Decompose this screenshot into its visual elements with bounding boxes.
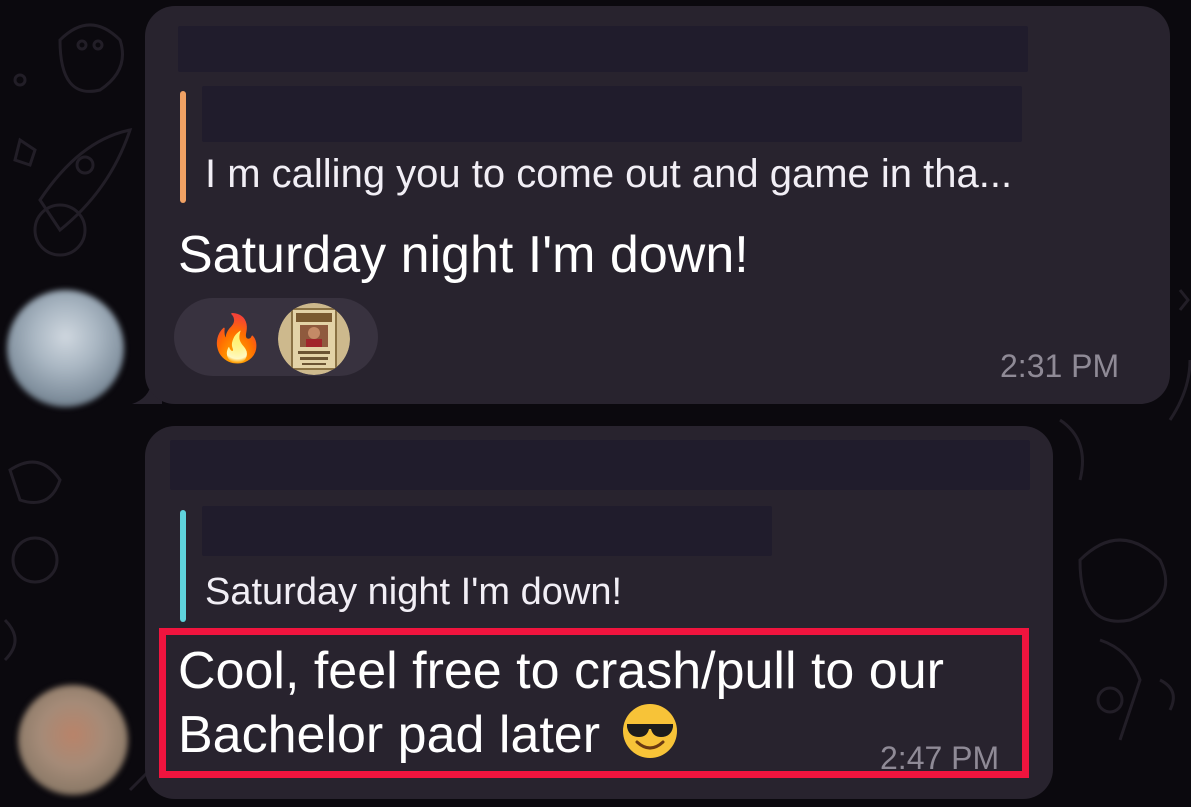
message-timestamp: 2:31 PM [1000, 348, 1120, 384]
reply-quote-text[interactable]: I m calling you to come out and game in … [205, 152, 1012, 197]
reply-quote-bar [180, 91, 186, 203]
reactions-bar[interactable]: 🔥 [174, 298, 378, 376]
fire-emoji-icon[interactable]: 🔥 [208, 310, 265, 366]
highlight-box [159, 628, 1029, 778]
redacted-sender-name [178, 26, 1028, 72]
message-text: Saturday night I'm down! [178, 226, 749, 284]
wanted-poster-sticker-icon[interactable] [278, 303, 350, 375]
sender-avatar[interactable] [7, 290, 124, 407]
reply-quote-bar [180, 510, 186, 622]
redacted-reply-author [202, 86, 1022, 142]
redacted-reply-author [202, 506, 772, 556]
reply-quote-text[interactable]: Saturday night I'm down! [205, 571, 622, 614]
redacted-sender-name [170, 440, 1030, 490]
sender-avatar[interactable] [18, 685, 128, 795]
